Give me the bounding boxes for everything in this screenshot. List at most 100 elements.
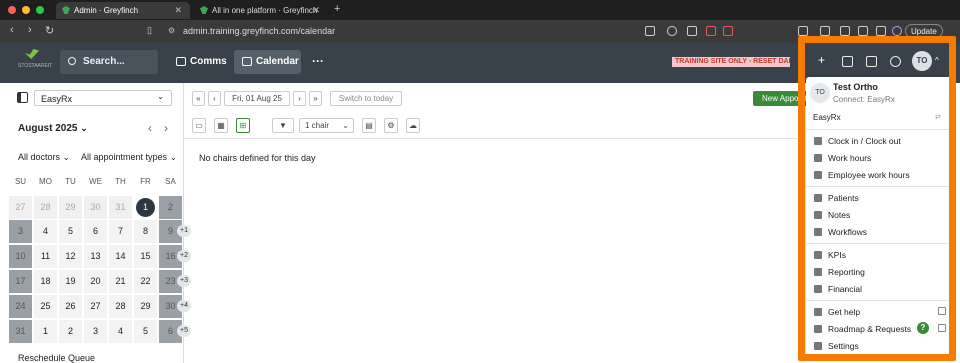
week-view-icon[interactable]: ▦	[214, 118, 228, 133]
calendar-day[interactable]: 3	[9, 220, 32, 243]
calendar-day[interactable]: 2	[59, 320, 82, 343]
new-tab-icon[interactable]: +	[334, 3, 340, 15]
calendar-day[interactable]: 29	[134, 295, 157, 318]
day-view-icon[interactable]: ▭	[192, 118, 206, 133]
menu-item-reporting[interactable]: Reporting	[806, 265, 952, 279]
forward-icon[interactable]: ›	[28, 24, 32, 36]
calendar-day[interactable]: 29	[59, 196, 82, 219]
inbox-icon[interactable]	[866, 56, 877, 67]
next-month-icon[interactable]: ›	[164, 121, 168, 135]
browser-tab-platform[interactable]: All in one platform · Greyfinch ✕	[194, 2, 328, 19]
calendar-day[interactable]: 2	[159, 196, 182, 219]
appointment-type-filter[interactable]: All appointment types ⌄	[81, 152, 177, 163]
switch-to-today-button[interactable]: Switch to today	[330, 91, 402, 106]
calendar-day[interactable]: 8	[134, 220, 157, 243]
calendar-day[interactable]: 11	[34, 245, 57, 268]
calendar-day[interactable]: 10	[9, 245, 32, 268]
calendar-day[interactable]: 15	[134, 245, 157, 268]
menu-item-get-help[interactable]: Get help	[806, 305, 952, 319]
brave-shield-icon[interactable]	[706, 26, 716, 36]
more-appointments-badge[interactable]: +5	[177, 325, 191, 337]
calendar-day[interactable]: 31	[9, 320, 32, 343]
user-avatar[interactable]: TO	[912, 51, 932, 71]
filter-icon[interactable]: ▼	[272, 118, 294, 133]
prev-day-icon[interactable]: ‹	[208, 91, 221, 106]
menu-item-kpis[interactable]: KPIs	[806, 248, 952, 262]
last-day-icon[interactable]: »	[309, 91, 322, 106]
extension-icon[interactable]	[820, 26, 830, 36]
print-icon[interactable]: ▤	[362, 118, 376, 133]
menu-item-employee-work-hours[interactable]: Employee work hours	[806, 168, 952, 182]
calendar-day[interactable]: 12	[59, 245, 82, 268]
calendar-day[interactable]: 19	[59, 270, 82, 293]
close-window-icon[interactable]	[8, 6, 16, 14]
month-picker[interactable]: August 2025 ⌄	[18, 123, 88, 134]
menu-item-roadmap-requests[interactable]: Roadmap & Requests?	[806, 322, 952, 336]
menu-item-work-hours[interactable]: Work hours	[806, 151, 952, 165]
calendar-day[interactable]: 5	[134, 320, 157, 343]
prev-month-icon[interactable]: ‹	[148, 121, 152, 135]
calendar-day[interactable]: 1	[136, 198, 155, 217]
reschedule-queue-heading[interactable]: Reschedule Queue	[18, 353, 95, 363]
check-circle-icon[interactable]	[890, 56, 901, 67]
rewards-icon[interactable]	[723, 26, 733, 36]
more-menu-icon[interactable]: ···	[312, 54, 324, 68]
extension-icon[interactable]	[876, 26, 886, 36]
reload-icon[interactable]: ↻	[45, 24, 54, 37]
calendar-day[interactable]: 30	[84, 196, 107, 219]
next-day-icon[interactable]: ›	[293, 91, 306, 106]
menu-item-clock-in-clock-out[interactable]: Clock in / Clock out	[806, 134, 952, 148]
menu-item-financial[interactable]: Financial	[806, 282, 952, 296]
calendar-day[interactable]: 24	[9, 295, 32, 318]
doctor-filter[interactable]: All doctors ⌄	[18, 152, 70, 163]
chair-select[interactable]: 1 chair ⌄	[299, 118, 354, 133]
more-appointments-badge[interactable]: +2	[177, 250, 191, 262]
site-settings-icon[interactable]: ⚙	[168, 26, 175, 35]
menu-clinic[interactable]: EasyRx	[813, 113, 841, 122]
date-picker[interactable]: Fri, 01 Aug 25	[224, 91, 290, 106]
calendar-day[interactable]: 22	[134, 270, 157, 293]
browser-tab-admin[interactable]: Admin · Greyfinch ✕	[56, 2, 190, 19]
menu-item-settings[interactable]: Settings	[806, 339, 952, 353]
calendar-day[interactable]: 28	[34, 196, 57, 219]
calendar-day[interactable]: 27	[9, 196, 32, 219]
url-field[interactable]: ⚙ admin.training.greyfinch.com/calendar	[164, 23, 714, 40]
tab-close-icon[interactable]: ✕	[174, 5, 182, 16]
chevron-up-icon[interactable]: ^	[935, 56, 939, 65]
extension-icon[interactable]	[840, 26, 850, 36]
calendar-day[interactable]: 26	[59, 295, 82, 318]
menu-item-patients[interactable]: Patients	[806, 191, 952, 205]
more-appointments-badge[interactable]: +1	[177, 225, 191, 237]
back-icon[interactable]: ‹	[10, 24, 14, 36]
calendar-day[interactable]: 4	[34, 220, 57, 243]
extension-icon[interactable]	[798, 26, 808, 36]
minimize-window-icon[interactable]	[22, 6, 30, 14]
calendar-day[interactable]: 1	[34, 320, 57, 343]
add-icon[interactable]: +	[818, 53, 829, 67]
calendar-day[interactable]: 21	[109, 270, 132, 293]
calendar-day[interactable]: 31	[109, 196, 132, 219]
clinic-select[interactable]: EasyRx ⌄	[34, 90, 172, 106]
cloud-icon[interactable]: ☁	[406, 118, 420, 133]
calendar-day[interactable]: 13	[84, 245, 107, 268]
calendar-day[interactable]: 7	[109, 220, 132, 243]
calendar-day[interactable]: 3	[84, 320, 107, 343]
calendar-day[interactable]: 27	[84, 295, 107, 318]
zoom-icon[interactable]	[667, 26, 677, 36]
profile-icon[interactable]	[892, 26, 902, 36]
more-appointments-badge[interactable]: +3	[177, 275, 191, 287]
tab-close-icon[interactable]: ✕	[312, 5, 320, 16]
maximize-window-icon[interactable]	[36, 6, 44, 14]
calendar-icon[interactable]	[842, 56, 853, 67]
new-appointment-button[interactable]: New Appointment	[753, 91, 813, 106]
menu-item-notes[interactable]: Notes	[806, 208, 952, 222]
calendar-day[interactable]: 28	[109, 295, 132, 318]
calendar-day[interactable]: 4	[109, 320, 132, 343]
calendar-day[interactable]: 6	[84, 220, 107, 243]
calendar-day[interactable]: 17	[9, 270, 32, 293]
bookmark-icon[interactable]: ▯	[147, 25, 152, 36]
menu-item-workflows[interactable]: Workflows	[806, 225, 952, 239]
swap-clinic-icon[interactable]: ⇄	[935, 113, 941, 121]
calendar-day[interactable]: 20	[84, 270, 107, 293]
update-button[interactable]: Update	[905, 24, 943, 38]
